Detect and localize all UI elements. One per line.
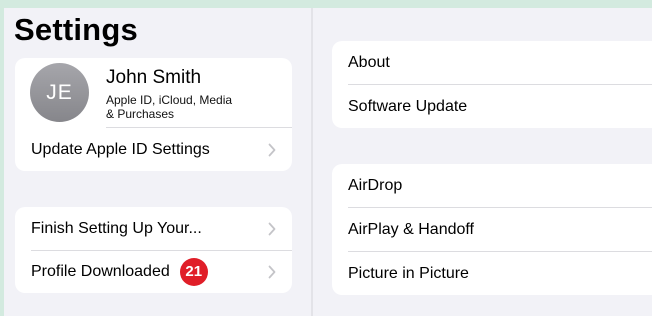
- picture-in-picture-row[interactable]: Picture in Picture: [332, 252, 652, 295]
- software-update-row[interactable]: Software Update: [332, 85, 652, 128]
- profile-subtitle-line1: Apple ID, iCloud, Media: [106, 93, 233, 107]
- software-update-label: Software Update: [348, 97, 468, 115]
- setup-group: Finish Setting Up Your... Profile Downlo…: [15, 207, 292, 293]
- profile-name: John Smith: [106, 67, 202, 88]
- profile-subtitle: Apple ID, iCloud, Media & Purchases: [106, 93, 266, 121]
- chevron-right-icon: [268, 143, 276, 156]
- page-title: Settings: [14, 12, 138, 47]
- update-apple-id-settings-row[interactable]: Update Apple ID Settings: [15, 128, 292, 171]
- picture-in-picture-label: Picture in Picture: [348, 264, 469, 282]
- notification-badge: 21: [179, 257, 208, 286]
- about-label: About: [348, 53, 390, 71]
- general-group-about: About Software Update: [332, 41, 652, 128]
- finish-setting-up-label: Finish Setting Up Your...: [31, 219, 202, 237]
- chevron-right-icon: [268, 222, 276, 235]
- general-group-sharing: AirDrop AirPlay & Handoff Picture in Pic…: [332, 164, 652, 295]
- profile-downloaded-label: Profile Downloaded: [31, 262, 170, 280]
- profile-subtitle-line2: & Purchases: [106, 107, 175, 121]
- airdrop-row[interactable]: AirDrop: [332, 164, 652, 207]
- about-row[interactable]: About: [332, 41, 652, 84]
- update-apple-id-settings-label: Update Apple ID Settings: [31, 140, 210, 158]
- airdrop-label: AirDrop: [348, 176, 403, 194]
- chevron-right-icon: [268, 265, 276, 278]
- airplay-handoff-label: AirPlay & Handoff: [348, 220, 474, 238]
- profile-header[interactable]: JE John Smith Apple ID, iCloud, Media & …: [15, 58, 292, 128]
- airplay-handoff-row[interactable]: AirPlay & Handoff: [332, 208, 652, 251]
- profile-downloaded-row[interactable]: Profile Downloaded 21: [15, 250, 292, 293]
- profile-card: JE John Smith Apple ID, iCloud, Media & …: [15, 58, 292, 171]
- avatar[interactable]: JE: [30, 63, 89, 122]
- finish-setting-up-row[interactable]: Finish Setting Up Your...: [15, 207, 292, 250]
